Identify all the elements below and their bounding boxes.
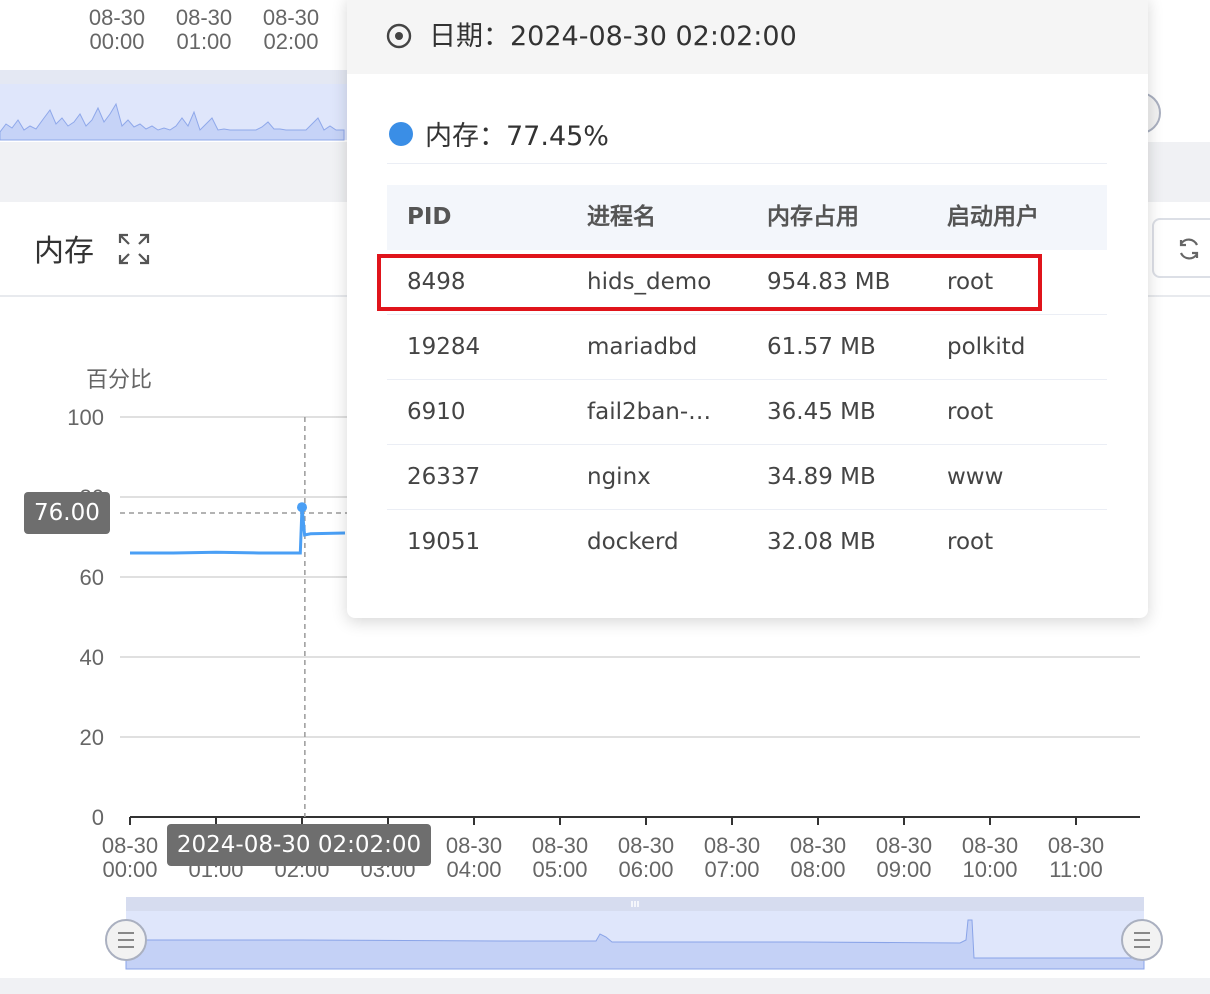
x-tick-label: 08-30 bbox=[876, 833, 932, 858]
cell-memory: 34.89 MB bbox=[767, 464, 876, 490]
zoom-handle[interactable] bbox=[1121, 919, 1163, 961]
x-tick-label: 08-30 bbox=[618, 833, 674, 858]
cell-user: root bbox=[947, 529, 994, 555]
series-color-dot bbox=[389, 122, 413, 146]
bottom-band bbox=[0, 978, 1210, 994]
x-tick-label: 04:00 bbox=[446, 857, 501, 882]
process-table: PID 进程名 内存占用 启动用户 8498 hids_demo 954.83 … bbox=[387, 185, 1107, 575]
series-line bbox=[130, 507, 346, 555]
tooltip-date: 日期：2024-08-30 02:02:00 bbox=[429, 21, 797, 52]
x-tick-label: 06:00 bbox=[618, 857, 673, 882]
cell-process-name: dockerd bbox=[587, 529, 679, 555]
monitor-page: 08-30 00:00 08-30 01:00 08-30 02:00 内存 百… bbox=[0, 0, 1210, 994]
x-tick-label: 09:00 bbox=[876, 857, 931, 882]
column-header-pid: PID bbox=[407, 204, 452, 230]
x-tick-label: 11:00 bbox=[1049, 857, 1102, 882]
x-tick-label: 10:00 bbox=[962, 857, 1017, 882]
table-row: 19051 dockerd 32.08 MB root bbox=[387, 510, 1107, 575]
table-row: 6910 fail2ban-… 36.45 MB root bbox=[387, 380, 1107, 445]
clock-icon bbox=[386, 23, 412, 49]
zoom-handle[interactable] bbox=[105, 919, 147, 961]
x-tick-label: 08-30 bbox=[704, 833, 760, 858]
cell-pid: 6910 bbox=[407, 399, 466, 425]
process-table-header: PID 进程名 内存占用 启动用户 bbox=[387, 185, 1107, 250]
cell-memory: 36.45 MB bbox=[767, 399, 876, 425]
x-tick-label: 05:00 bbox=[532, 857, 587, 882]
table-row: 26337 nginx 34.89 MB www bbox=[387, 445, 1107, 510]
x-tick-label: 07:00 bbox=[704, 857, 759, 882]
cell-user: www bbox=[947, 464, 1004, 490]
y-tick-label: 40 bbox=[80, 645, 104, 670]
x-tick-label: 08-30 bbox=[790, 833, 846, 858]
axis-pointer-x-label: 2024-08-30 02:02:00 bbox=[166, 824, 432, 866]
data-point bbox=[297, 502, 307, 513]
x-tick-label: 08-30 bbox=[1048, 833, 1104, 858]
column-header-user: 启动用户 bbox=[947, 204, 1039, 230]
y-tick-label: 20 bbox=[80, 725, 104, 750]
cell-process-name: nginx bbox=[587, 464, 651, 490]
cell-user: polkitd bbox=[947, 334, 1026, 360]
x-tick-label: 08-30 bbox=[962, 833, 1018, 858]
y-tick-label: 0 bbox=[92, 805, 104, 830]
x-tick-label: 00:00 bbox=[102, 857, 157, 882]
x-tick-label: 08-30 bbox=[446, 833, 502, 858]
highlight-annotation-box bbox=[377, 254, 1042, 311]
cell-pid: 26337 bbox=[407, 464, 481, 490]
cell-pid: 19051 bbox=[407, 529, 481, 555]
x-tick-label: 08-30 bbox=[532, 833, 588, 858]
cell-process-name: mariadbd bbox=[587, 334, 698, 360]
cell-memory: 32.08 MB bbox=[767, 529, 876, 555]
cell-user: root bbox=[947, 399, 994, 425]
tooltip-header: 日期：2024-08-30 02:02:00 bbox=[347, 0, 1148, 74]
column-header-name: 进程名 bbox=[587, 204, 656, 230]
cell-pid: 19284 bbox=[407, 334, 481, 360]
x-tick-label: 08:00 bbox=[790, 857, 845, 882]
column-header-mem: 内存占用 bbox=[767, 204, 859, 230]
axis-pointer-y-label: 76.00 bbox=[24, 492, 110, 534]
divider bbox=[387, 163, 1107, 164]
table-row: 19284 mariadbd 61.57 MB polkitd bbox=[387, 315, 1107, 380]
y-tick-label: 60 bbox=[80, 565, 104, 590]
cell-process-name: fail2ban-… bbox=[587, 399, 712, 425]
y-tick-label: 100 bbox=[67, 405, 104, 430]
x-tick-label: 08-30 bbox=[102, 833, 158, 858]
tooltip-series-value: 内存：77.45% bbox=[425, 121, 609, 152]
cell-memory: 61.57 MB bbox=[767, 334, 876, 360]
